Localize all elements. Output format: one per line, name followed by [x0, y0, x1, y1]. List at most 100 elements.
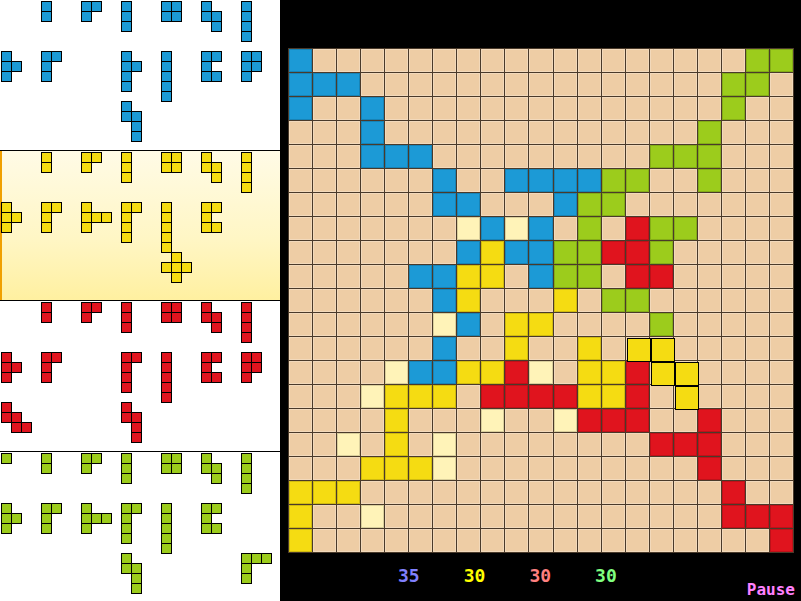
board-cell[interactable]: [481, 73, 504, 96]
board-cell[interactable]: [578, 481, 601, 504]
board-cell[interactable]: [698, 193, 721, 216]
piece-slot[interactable]: [200, 301, 240, 351]
board-cell[interactable]: [626, 481, 649, 504]
board-cell[interactable]: [409, 241, 432, 264]
board-cell[interactable]: [554, 145, 577, 168]
piece-slot[interactable]: [160, 0, 200, 50]
board-cell[interactable]: [554, 481, 577, 504]
piece-icon[interactable]: [81, 202, 112, 233]
piece-slot[interactable]: [160, 50, 200, 100]
piece-slot[interactable]: [240, 50, 280, 100]
board-cell[interactable]: [289, 121, 312, 144]
piece-cell[interactable]: [626, 361, 649, 384]
piece-slot[interactable]: [160, 502, 200, 552]
board-cell[interactable]: [361, 49, 384, 72]
piece-cell[interactable]: [361, 145, 384, 168]
board-cell[interactable]: [674, 193, 697, 216]
board-cell[interactable]: [554, 361, 577, 384]
dragged-piece-cell[interactable]: [627, 362, 651, 386]
piece-icon[interactable]: [241, 453, 252, 494]
board-cell[interactable]: [289, 217, 312, 240]
board-cell[interactable]: [746, 361, 769, 384]
board-cell[interactable]: [313, 265, 336, 288]
board-cell[interactable]: [361, 169, 384, 192]
piece-icon[interactable]: [201, 1, 222, 32]
dragged-piece-cell[interactable]: [651, 338, 675, 362]
piece-slot[interactable]: [80, 0, 120, 50]
board-cell[interactable]: [722, 337, 745, 360]
board-cell[interactable]: [602, 217, 625, 240]
board-cell[interactable]: [674, 481, 697, 504]
board-cell[interactable]: [433, 409, 456, 432]
board-cell[interactable]: [554, 505, 577, 528]
board-cell[interactable]: [457, 337, 480, 360]
dragged-piece-cell[interactable]: [675, 338, 699, 362]
board-cell[interactable]: [722, 121, 745, 144]
board-cell[interactable]: [313, 121, 336, 144]
piece-icon[interactable]: [241, 152, 252, 193]
board-cell[interactable]: [337, 241, 360, 264]
board-cell[interactable]: [361, 361, 384, 384]
piece-slot[interactable]: [160, 351, 200, 401]
piece-slot[interactable]: [240, 0, 280, 50]
piece-cell[interactable]: [602, 409, 625, 432]
board-cell[interactable]: [505, 193, 528, 216]
piece-icon[interactable]: [121, 453, 132, 484]
piece-cell[interactable]: [505, 241, 528, 264]
board-cell[interactable]: [409, 337, 432, 360]
board-cell[interactable]: [505, 265, 528, 288]
board-cell[interactable]: [746, 169, 769, 192]
board-cell[interactable]: [650, 457, 673, 480]
board-cell[interactable]: [433, 73, 456, 96]
piece-cell[interactable]: [650, 265, 673, 288]
board-cell[interactable]: [481, 97, 504, 120]
board-cell[interactable]: [361, 409, 384, 432]
board-cell[interactable]: [554, 121, 577, 144]
board-cell[interactable]: [554, 73, 577, 96]
board-cell[interactable]: [385, 121, 408, 144]
piece-cell[interactable]: [505, 385, 528, 408]
board-cell[interactable]: [602, 145, 625, 168]
board-cell[interactable]: [313, 313, 336, 336]
board-cell[interactable]: [505, 505, 528, 528]
board-cell[interactable]: [770, 121, 793, 144]
piece-cell[interactable]: [698, 145, 721, 168]
board-cell[interactable]: [746, 529, 769, 552]
board-cell[interactable]: [722, 433, 745, 456]
board-cell[interactable]: [505, 529, 528, 552]
board-cell[interactable]: [337, 361, 360, 384]
board-cell[interactable]: [313, 337, 336, 360]
piece-cell[interactable]: [529, 217, 552, 240]
piece-cell[interactable]: [289, 73, 312, 96]
piece-cell[interactable]: [746, 505, 769, 528]
piece-cell[interactable]: [529, 241, 552, 264]
board-cell[interactable]: [529, 49, 552, 72]
board-cell[interactable]: [746, 337, 769, 360]
piece-cell[interactable]: [602, 289, 625, 312]
board-cell[interactable]: [554, 49, 577, 72]
piece-cell[interactable]: [650, 145, 673, 168]
piece-icon[interactable]: [201, 51, 222, 82]
piece-icon[interactable]: [41, 302, 52, 323]
piece-cell[interactable]: [529, 169, 552, 192]
board-cell[interactable]: [457, 73, 480, 96]
piece-slot[interactable]: [80, 452, 120, 502]
piece-cell[interactable]: [578, 217, 601, 240]
board-cell[interactable]: [529, 505, 552, 528]
board-cell[interactable]: [409, 481, 432, 504]
board-cell[interactable]: [481, 145, 504, 168]
board-cell[interactable]: [674, 313, 697, 336]
piece-cell[interactable]: [626, 409, 649, 432]
piece-slot[interactable]: [40, 50, 80, 100]
piece-cell[interactable]: [289, 505, 312, 528]
board-cell[interactable]: [554, 217, 577, 240]
board-cell[interactable]: [313, 505, 336, 528]
board-cell[interactable]: [722, 265, 745, 288]
board-cell[interactable]: [578, 145, 601, 168]
hint-cell[interactable]: [433, 457, 456, 480]
dragged-piece-cell[interactable]: [651, 386, 675, 410]
piece-cell[interactable]: [433, 337, 456, 360]
piece-icon[interactable]: [1, 352, 22, 383]
board-cell[interactable]: [698, 481, 721, 504]
board-cell[interactable]: [337, 529, 360, 552]
